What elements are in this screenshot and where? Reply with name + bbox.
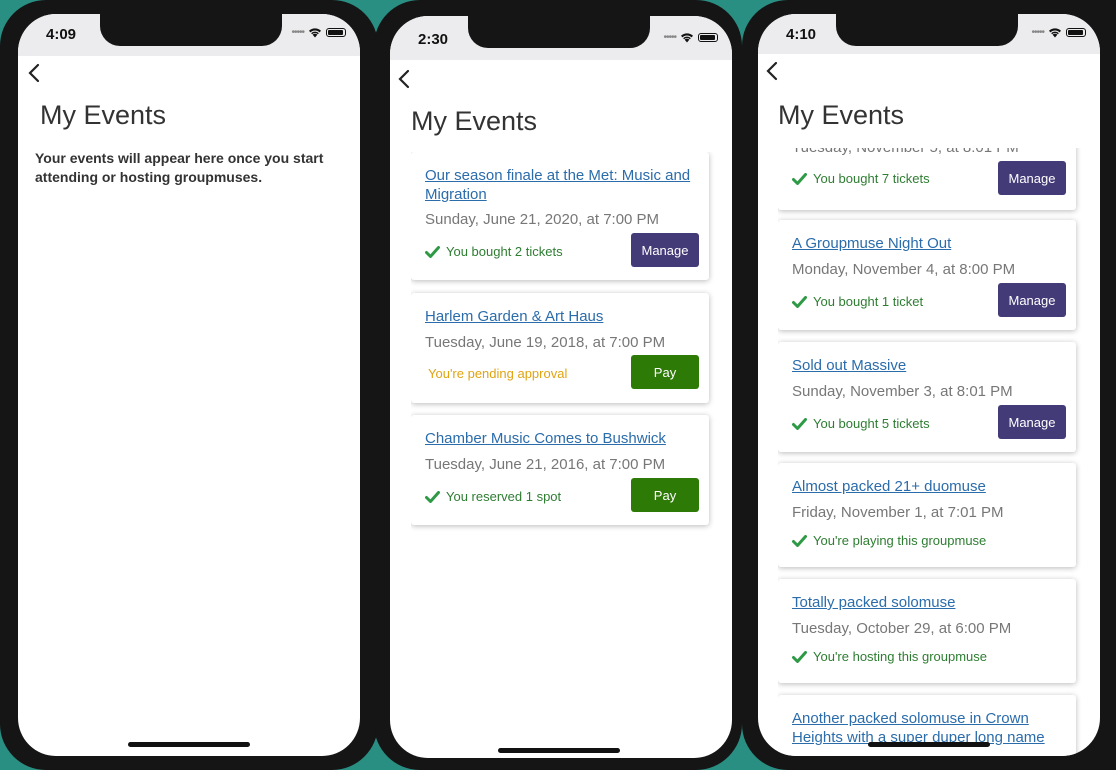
check-icon — [792, 172, 807, 185]
event-status-text: You're hosting this groupmuse — [813, 649, 988, 664]
event-status-text: You bought 5 tickets — [813, 416, 930, 431]
event-title-link[interactable]: A Groupmuse Night Out — [792, 234, 1062, 253]
event-status-text: You're playing this groupmuse — [813, 533, 987, 548]
event-status: You bought 7 tickets — [792, 171, 930, 186]
manage-button[interactable]: Manage — [631, 233, 699, 267]
phone-screen: 4:09 ••••• My Events Your events will ap… — [18, 14, 360, 756]
wifi-icon — [309, 28, 321, 38]
status-bar: 2:30 ••••• — [390, 16, 732, 60]
event-date: Sunday, June 21, 2020, at 7:00 PM — [425, 211, 660, 228]
event-status: You're hosting this groupmuse — [792, 649, 987, 664]
status-icons: ••••• — [663, 32, 718, 43]
event-title-link[interactable]: Chamber Music Comes to Bushwick — [425, 429, 695, 448]
signal-icon: ••••• — [663, 32, 676, 43]
notch — [100, 14, 282, 46]
home-indicator — [868, 742, 990, 747]
check-icon — [792, 295, 807, 308]
event-card: Chamber Music Comes to Bushwick Tuesday,… — [411, 415, 709, 525]
event-card: Tuesday, November 5, at 8:01 PM You boug… — [778, 148, 1076, 210]
phone-screen: 2:30 ••••• My Events Our season finale a… — [390, 16, 732, 758]
event-date: Tuesday, October 29, at 6:00 PM — [792, 620, 1012, 637]
battery-icon — [326, 28, 346, 37]
event-status-text: You reserved 1 spot — [446, 489, 562, 504]
event-card: A Groupmuse Night Out Monday, November 4… — [778, 220, 1076, 330]
event-title-link[interactable]: Almost packed 21+ duomuse — [792, 477, 1062, 496]
notch — [836, 14, 1018, 46]
manage-button[interactable]: Manage — [998, 283, 1066, 317]
status-bar: 4:09 ••••• — [18, 14, 360, 56]
status-time: 4:10 — [786, 26, 817, 43]
event-date: Tuesday, June 21, 2016, at 7:00 PM — [425, 456, 666, 473]
back-chevron-icon[interactable] — [394, 68, 416, 90]
manage-button[interactable]: Manage — [998, 405, 1066, 439]
status-bar: 4:10 ••••• — [758, 14, 1100, 54]
event-date: Tuesday, June 19, 2018, at 7:00 PM — [425, 334, 666, 351]
check-icon — [425, 490, 440, 503]
event-date: Tuesday, November 5, at 8:01 PM — [792, 148, 1019, 156]
event-date: Friday, November 1, at 7:01 PM — [792, 504, 1004, 521]
manage-button[interactable]: Manage — [998, 161, 1066, 195]
phone-frame: 2:30 ••••• My Events Our season finale a… — [374, 0, 742, 770]
page-title: My Events — [40, 100, 167, 130]
event-status: You bought 1 ticket — [792, 294, 923, 309]
event-list[interactable]: Our season finale at the Met: Music and … — [411, 152, 715, 752]
home-indicator — [498, 748, 620, 753]
status-time: 4:09 — [46, 26, 77, 43]
event-card: Sold out Massive Sunday, November 3, at … — [778, 342, 1076, 452]
event-title-link[interactable]: Our season finale at the Met: Music and … — [425, 166, 695, 204]
signal-icon: ••••• — [1031, 27, 1044, 38]
pay-button[interactable]: Pay — [631, 478, 699, 512]
event-status: You're playing this groupmuse — [792, 533, 986, 548]
status-time: 2:30 — [418, 31, 449, 48]
battery-icon — [698, 33, 718, 42]
notch — [468, 16, 650, 48]
event-date: Sunday, November 3, at 8:01 PM — [792, 383, 1013, 400]
check-icon — [792, 650, 807, 663]
event-card: Almost packed 21+ duomuse Friday, Novemb… — [778, 463, 1076, 567]
home-indicator — [128, 742, 250, 747]
event-status-text: You're pending approval — [428, 366, 568, 381]
check-icon — [425, 245, 440, 258]
event-status-text: You bought 7 tickets — [813, 171, 930, 186]
event-list[interactable]: Tuesday, November 5, at 8:01 PM You boug… — [778, 148, 1082, 756]
page-title: My Events — [411, 106, 538, 136]
event-title-link[interactable]: Totally packed solomuse — [792, 593, 1062, 612]
page-title: My Events — [778, 100, 905, 130]
event-card: Our season finale at the Met: Music and … — [411, 152, 709, 280]
wifi-icon — [1049, 28, 1061, 38]
back-chevron-icon[interactable] — [762, 60, 784, 82]
phone-screen: 4:10 ••••• My Events Tuesday, November 5… — [758, 14, 1100, 756]
event-status-text: You bought 1 ticket — [813, 294, 924, 309]
wifi-icon — [681, 33, 693, 43]
back-chevron-icon[interactable] — [24, 62, 46, 84]
check-icon — [792, 417, 807, 430]
event-status-text: You bought 2 tickets — [446, 244, 563, 259]
event-title-link[interactable]: Sold out Massive — [792, 356, 1062, 375]
event-status: You bought 5 tickets — [792, 416, 930, 431]
pay-button[interactable]: Pay — [631, 355, 699, 389]
check-icon — [792, 534, 807, 547]
phone-frame: 4:09 ••••• My Events Your events will ap… — [0, 0, 378, 770]
event-date: Monday, November 4, at 8:00 PM — [792, 261, 1016, 278]
event-status: You bought 2 tickets — [425, 244, 563, 259]
status-icons: ••••• — [1031, 27, 1086, 38]
status-icons: ••••• — [291, 27, 346, 38]
event-title-link[interactable]: Harlem Garden & Art Haus — [425, 307, 695, 326]
empty-state-message: Your events will appear here once you st… — [35, 150, 324, 185]
event-card: Harlem Garden & Art Haus Tuesday, June 1… — [411, 293, 709, 403]
signal-icon: ••••• — [291, 27, 304, 38]
event-status: You reserved 1 spot — [425, 489, 561, 504]
event-card: Totally packed solomuse Tuesday, October… — [778, 579, 1076, 683]
event-status: You're pending approval — [428, 366, 567, 381]
phone-frame: 4:10 ••••• My Events Tuesday, November 5… — [742, 0, 1116, 770]
battery-icon — [1066, 28, 1086, 37]
